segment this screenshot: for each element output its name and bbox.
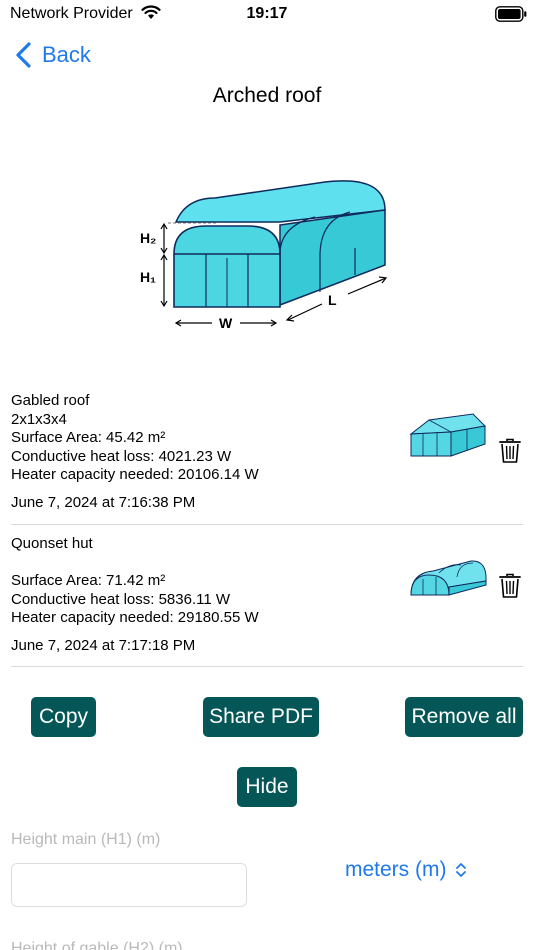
history-item: Quonset hut Surface Area: 71.42 m² Condu… <box>11 525 523 667</box>
clock-label: 19:17 <box>246 5 288 22</box>
chevron-left-icon <box>16 42 31 68</box>
trash-icon[interactable] <box>499 438 521 464</box>
item-date: June 7, 2024 at 7:16:38 PM <box>11 493 196 511</box>
status-bar: Network Provider 19:17 <box>0 0 534 30</box>
quonset-hut-icon <box>410 560 487 596</box>
copy-button[interactable]: Copy <box>31 697 96 737</box>
calculation-history-list: Gabled roof 2x1x3x4 Surface Area: 45.42 … <box>11 392 523 667</box>
height-main-input[interactable] <box>11 863 247 907</box>
item-heater-capacity: Heater capacity needed: 20106.14 W <box>11 466 259 483</box>
arched-greenhouse-diagram: H₂ H₁ W L <box>140 180 388 331</box>
share-pdf-button[interactable]: Share PDF <box>203 697 319 737</box>
back-button[interactable]: Back <box>14 38 91 72</box>
back-label: Back <box>42 42 91 67</box>
height-main-label: Height main (H1) (m) <box>11 831 161 848</box>
unit-picker-label: meters (m) <box>345 858 447 881</box>
item-heater-capacity: Heater capacity needed: 29180.55 W <box>11 609 259 626</box>
height-gable-label: Height of gable (H2) (m) <box>11 940 183 950</box>
item-name: Gabled roof <box>11 392 90 409</box>
h2-label: H₂ <box>140 230 156 246</box>
item-date: June 7, 2024 at 7:17:18 PM <box>11 636 196 654</box>
hide-button[interactable]: Hide <box>237 767 297 807</box>
trash-icon[interactable] <box>499 573 521 599</box>
item-name: Quonset hut <box>11 535 93 552</box>
history-item: Gabled roof 2x1x3x4 Surface Area: 45.42 … <box>11 392 523 525</box>
l-label: L <box>328 292 337 308</box>
battery-icon <box>495 6 527 22</box>
chevron-up-down-icon <box>455 863 466 877</box>
h1-label: H₁ <box>140 269 156 285</box>
page-title: Arched roof <box>212 84 322 107</box>
gabled-greenhouse-icon <box>409 413 487 457</box>
unit-picker[interactable]: meters (m) <box>345 855 467 885</box>
remove-all-button[interactable]: Remove all <box>405 697 523 737</box>
w-label: W <box>219 315 233 331</box>
